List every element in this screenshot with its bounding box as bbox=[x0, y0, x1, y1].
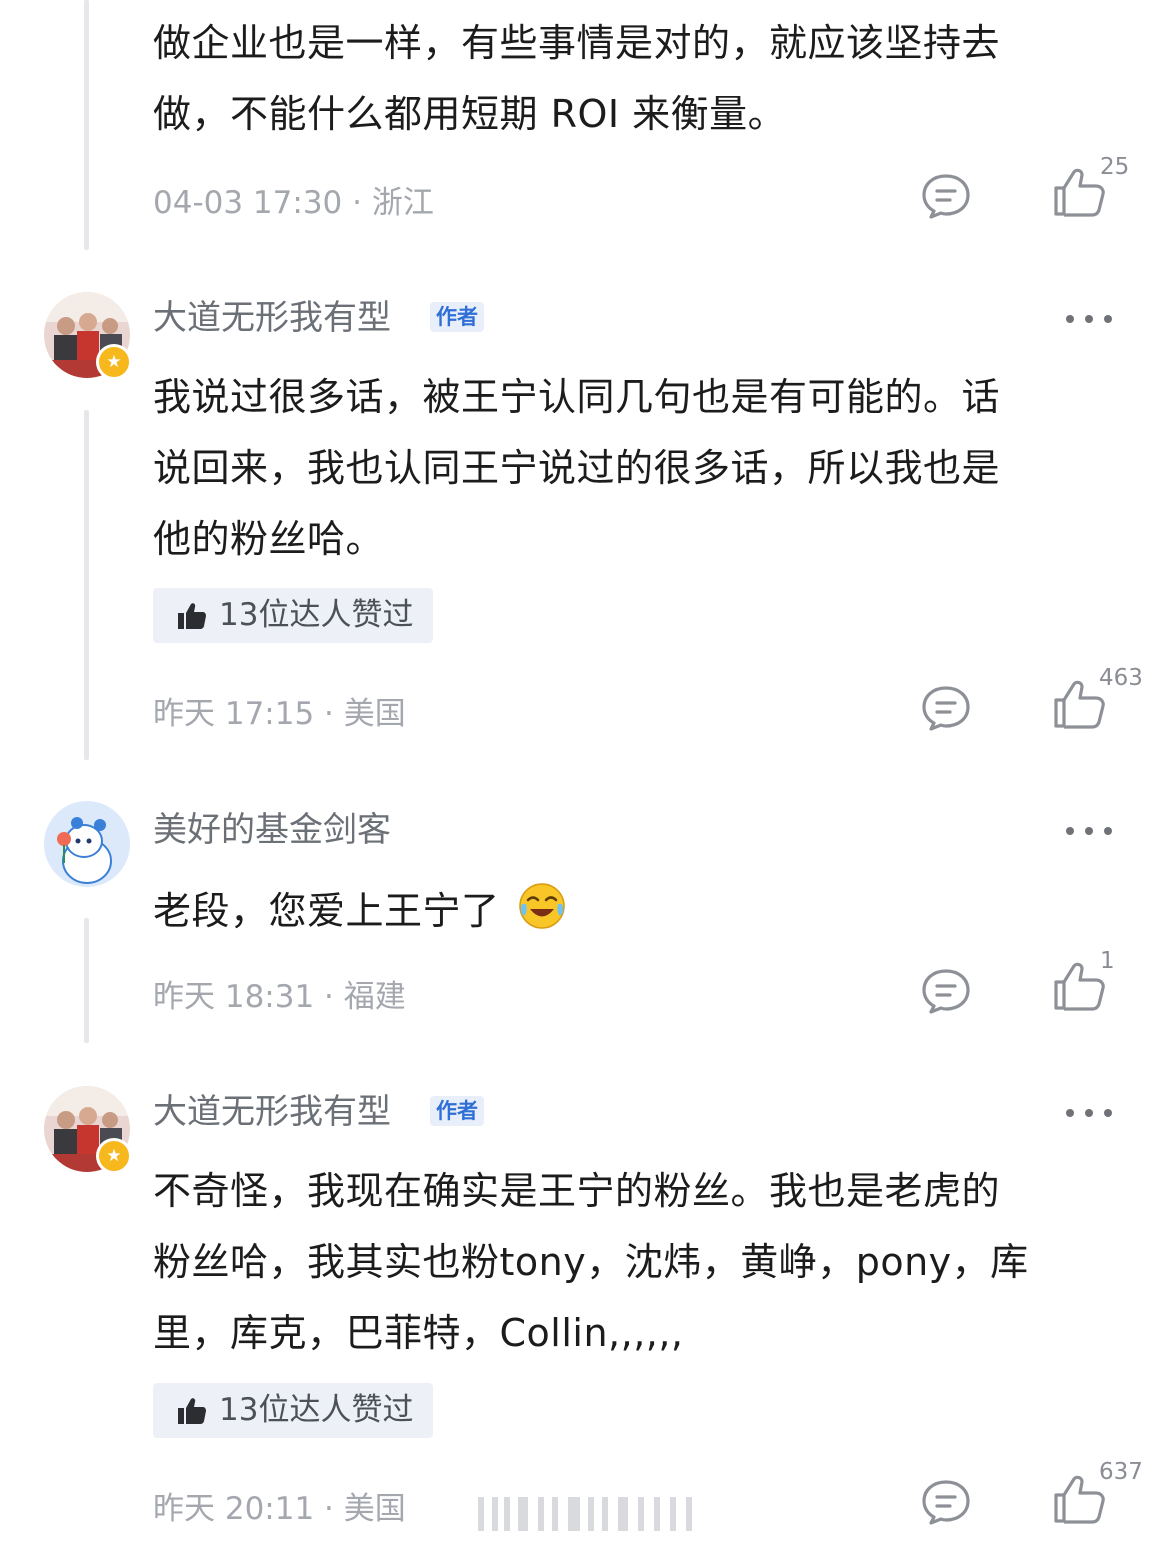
comment-meta: 04-03 17:30 · 浙江 bbox=[153, 185, 434, 221]
thumb-up-icon bbox=[178, 1398, 206, 1424]
comment-text: 不奇怪，我现在确实是王宁的粉丝。我也是老虎的 粉丝哈，我其实也粉tony，沈炜，… bbox=[153, 1169, 1029, 1355]
comment-meta: 昨天 17:15 · 美国 bbox=[153, 696, 406, 732]
liked-by-label: 13位达人赞过 bbox=[219, 1392, 414, 1428]
crying-laughing-emoji bbox=[518, 882, 566, 953]
comment-text: 我说过很多话，被王宁认同几句也是有可能的。话 说回来，我也认同王宁说过的很多话，… bbox=[153, 375, 1001, 561]
reply-icon[interactable] bbox=[921, 1479, 971, 1525]
avatar[interactable]: ★ bbox=[44, 1086, 132, 1174]
liked-by-label: 13位达人赞过 bbox=[219, 597, 414, 633]
username[interactable]: 美好的基金剑客 bbox=[153, 810, 391, 850]
author-tag: 作者 bbox=[430, 302, 484, 332]
username[interactable]: 大道无形我有型 bbox=[153, 1092, 391, 1132]
like-count: 25 bbox=[1100, 154, 1130, 180]
more-icon[interactable] bbox=[1064, 308, 1114, 328]
comment-meta: 昨天 20:11 · 美国 bbox=[153, 1491, 406, 1527]
thread-line bbox=[84, 410, 89, 760]
thread-line bbox=[84, 918, 89, 1043]
liked-by-chip[interactable]: 13位达人赞过 bbox=[153, 1383, 433, 1438]
star-badge-icon: ★ bbox=[96, 1138, 132, 1174]
star-badge-icon: ★ bbox=[96, 344, 132, 380]
reply-icon[interactable] bbox=[921, 968, 971, 1014]
thumb-up-icon bbox=[178, 603, 206, 629]
like-count: 1 bbox=[1100, 948, 1115, 974]
avatar[interactable]: ★ bbox=[44, 292, 132, 380]
more-icon[interactable] bbox=[1064, 820, 1114, 840]
comment-meta: 昨天 18:31 · 福建 bbox=[153, 979, 406, 1015]
thread-line bbox=[84, 0, 89, 250]
liked-by-chip[interactable]: 13位达人赞过 bbox=[153, 588, 433, 643]
avatar-image bbox=[44, 801, 130, 887]
reply-icon[interactable] bbox=[921, 173, 971, 219]
like-count: 637 bbox=[1099, 1459, 1143, 1485]
like-count: 463 bbox=[1099, 665, 1143, 691]
comment-text: 老段，您爱上王宁了 bbox=[153, 876, 1133, 953]
comment-text: 做企业也是一样，有些事情是对的，就应该坚持去 做，不能什么都用短期 ROI 来衡… bbox=[153, 21, 1001, 136]
watermark bbox=[478, 1497, 698, 1531]
avatar[interactable] bbox=[44, 801, 130, 887]
more-icon[interactable] bbox=[1064, 1102, 1114, 1122]
username[interactable]: 大道无形我有型 bbox=[153, 298, 391, 338]
reply-icon[interactable] bbox=[921, 685, 971, 731]
author-tag: 作者 bbox=[430, 1096, 484, 1126]
